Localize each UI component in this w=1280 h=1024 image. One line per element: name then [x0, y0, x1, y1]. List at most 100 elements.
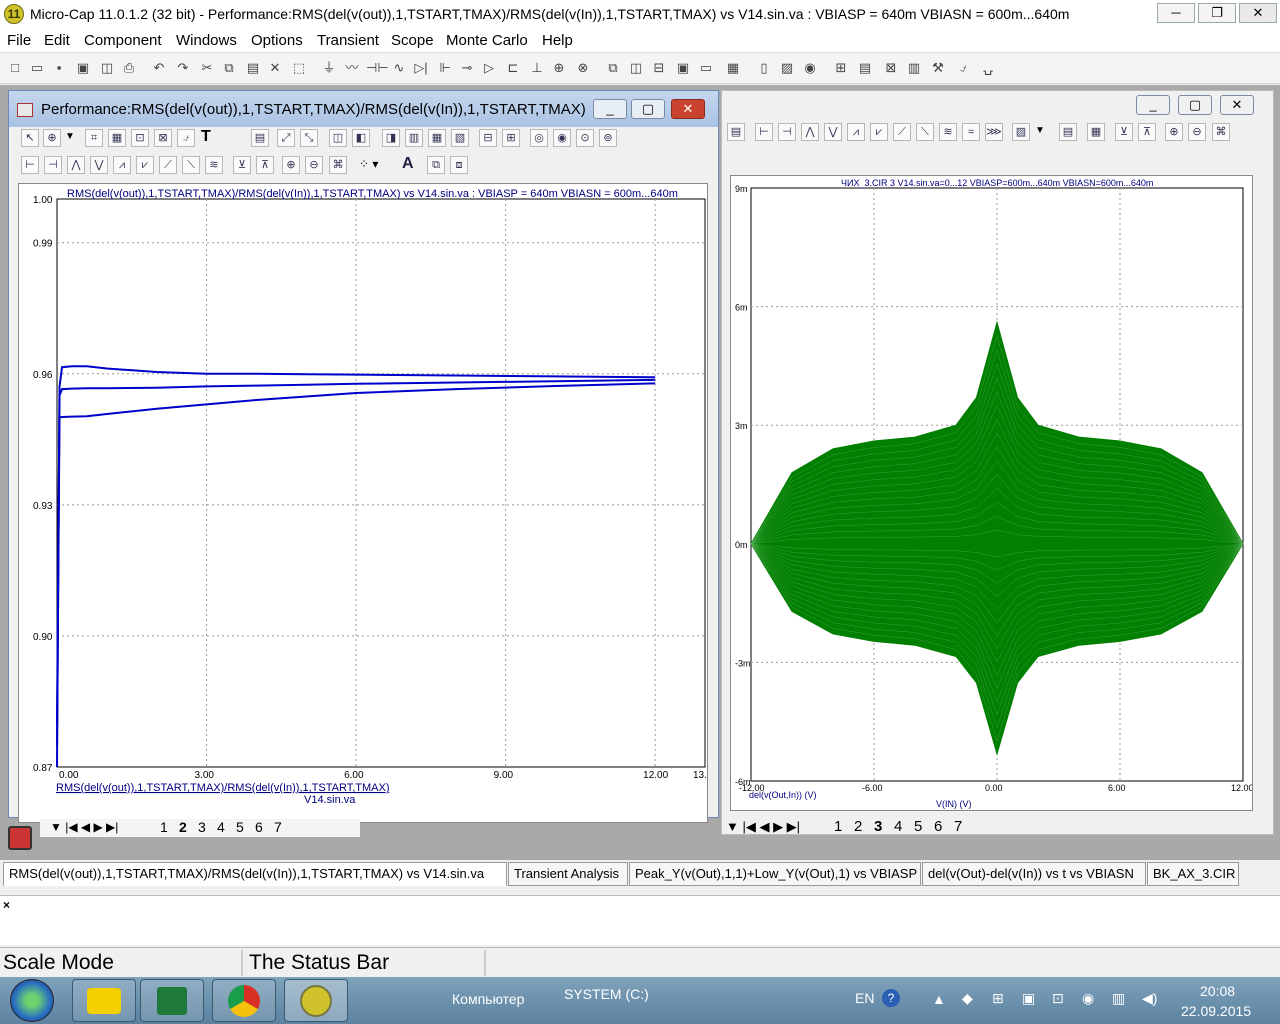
opamp-icon[interactable]: ▷	[480, 59, 498, 77]
zoom-fit-icon[interactable]: ◉	[553, 129, 571, 147]
slope-icon[interactable]: ⩘	[113, 156, 131, 174]
menu-options[interactable]: Options	[251, 32, 303, 49]
separate-plot-icon[interactable]: ⊟	[479, 129, 497, 147]
high-icon[interactable]: ◨	[382, 129, 400, 147]
clipboard-icon[interactable]: ▨	[1012, 123, 1030, 141]
inflection-find-icon[interactable]: ⟍	[182, 156, 200, 174]
tools-icon[interactable]: ⚒	[929, 59, 947, 77]
menu-help[interactable]: Help	[542, 32, 573, 49]
save-icon[interactable]: ▪	[50, 59, 68, 77]
save-all-icon[interactable]: ▣	[74, 59, 92, 77]
zoom-out-small-icon[interactable]: ⊖	[305, 156, 323, 174]
clock-date[interactable]: 22.09.2015	[1181, 1003, 1251, 1019]
language-indicator[interactable]: EN	[855, 990, 874, 1006]
left-tab-5[interactable]: 5	[236, 819, 244, 835]
data-points-icon[interactable]: ⁘ ▾	[359, 157, 378, 171]
menu-edit[interactable]: Edit	[44, 32, 70, 49]
resistor-icon[interactable]: 〰	[343, 59, 361, 77]
ground-icon[interactable]: ⏚	[320, 59, 338, 77]
delete-icon[interactable]: ✕	[266, 59, 284, 77]
graph-icon[interactable]: ⍻	[177, 129, 195, 147]
capacitor-icon[interactable]: ⊣⊢	[366, 59, 389, 77]
console-close-icon[interactable]: ×	[3, 898, 10, 912]
properties-icon[interactable]: ▤	[251, 129, 269, 147]
global-high-icon[interactable]: ▧	[451, 129, 469, 147]
menu-monte-carlo[interactable]: Monte Carlo	[446, 32, 528, 49]
stack-icon[interactable]: ⊞	[502, 129, 520, 147]
global-high-right-icon[interactable]: ≋	[939, 123, 957, 141]
send-back-icon[interactable]: ⧈	[450, 156, 468, 174]
auto-scale-icon[interactable]: ⊡	[131, 129, 149, 147]
analysis-icon[interactable]: ⊞	[832, 59, 850, 77]
component-editor-icon[interactable]: ▨	[778, 59, 796, 77]
globe-icon[interactable]: ◉	[801, 59, 819, 77]
scope-icon[interactable]: ▥	[905, 59, 923, 77]
restore-limits-icon[interactable]: ⊠	[154, 129, 172, 147]
left-close-button[interactable]: ✕	[671, 99, 705, 119]
redo-icon[interactable]: ↷	[174, 59, 192, 77]
left-minimize-button[interactable]: _	[593, 99, 627, 119]
bottom-right-icon[interactable]: ⊻	[1115, 123, 1133, 141]
close-button[interactable]: ✕	[1239, 3, 1277, 23]
numeric-icon[interactable]: ▦	[1087, 123, 1105, 141]
clock-time[interactable]: 20:08	[1200, 983, 1235, 999]
right-tab-2[interactable]: 2	[854, 818, 862, 835]
tab-transient-analysis[interactable]: Transient Analysis	[508, 862, 628, 886]
low-right-icon[interactable]: ⟋	[893, 123, 911, 141]
volume-icon[interactable]: ◀)	[1142, 990, 1157, 1007]
tab-performance[interactable]: RMS(del(v(out)),1,TSTART,TMAX)/RMS(del(v…	[3, 862, 507, 886]
tray-sync-icon[interactable]: ◉	[1082, 990, 1094, 1007]
help-icon[interactable]: ?	[882, 989, 900, 1007]
taskbar-bat-icon[interactable]	[72, 979, 136, 1022]
next-point-right-icon[interactable]: ⊢	[755, 123, 773, 141]
undo-icon[interactable]: ↶	[150, 59, 168, 77]
left-tab-6[interactable]: 6	[255, 819, 263, 835]
battery-icon[interactable]: ⊩	[436, 59, 454, 77]
taskbar-excel-icon[interactable]	[140, 979, 204, 1022]
scroll-arrows-icon[interactable]: ▼ |◀ ◀ ▶ ▶|	[50, 820, 118, 834]
left-tab-3[interactable]: 3	[198, 819, 206, 835]
probe-icon[interactable]: ⊗	[574, 59, 592, 77]
low-icon[interactable]: ▥	[405, 129, 423, 147]
global-low-icon[interactable]: ≋	[205, 156, 223, 174]
network-icon[interactable]: ▥	[1112, 990, 1125, 1007]
record-icon[interactable]	[8, 826, 32, 850]
tab-del[interactable]: del(v(Out)-del(v(In)) vs t vs VBIASN	[922, 862, 1146, 886]
bring-front-icon[interactable]: ⧉	[427, 156, 445, 174]
inflection-right-icon[interactable]: ⟍	[916, 123, 934, 141]
paste-icon[interactable]: ▤	[244, 59, 262, 77]
valley-find-icon[interactable]: ⋁	[90, 156, 108, 174]
zoom-in-icon[interactable]: ⊕	[282, 156, 300, 174]
tag-icon[interactable]: ⤢	[277, 129, 295, 147]
windows-icon[interactable]: ▣	[674, 59, 692, 77]
restore-button[interactable]: ❐	[1198, 3, 1236, 23]
next-data-point-icon[interactable]: ⊢	[21, 156, 39, 174]
stepping-icon[interactable]: ⊠	[882, 59, 900, 77]
menu-component[interactable]: Component	[84, 32, 162, 49]
peak-icon[interactable]: ◫	[329, 129, 347, 147]
switch-icon[interactable]: ⊏	[504, 59, 522, 77]
taskbar-chrome-icon[interactable]	[212, 979, 276, 1022]
performance-icon[interactable]: ⍽	[979, 59, 997, 77]
tab-peak[interactable]: Peak_Y(v(Out),1,1)+Low_Y(v(Out),1) vs VB…	[629, 862, 921, 886]
valley-right-icon[interactable]: ⋁	[824, 123, 842, 141]
right-tab-7[interactable]: 7	[954, 818, 962, 835]
high-right-icon[interactable]: ⩗	[870, 123, 888, 141]
zoom-icon[interactable]: ◎	[530, 129, 548, 147]
taskbar-computer[interactable]: Компьютер	[452, 991, 524, 1007]
performance-plot[interactable]: 0.00 3.00 6.00 9.00 12.00 13.00 1.00 0.99 0.96 0.…	[18, 183, 718, 823]
left-tab-4[interactable]: 4	[217, 819, 225, 835]
zoom-in-right-icon[interactable]: ⊕	[1165, 123, 1183, 141]
right-maximize-button[interactable]: ▢	[1178, 95, 1212, 115]
pan-icon[interactable]: ⊕	[43, 129, 61, 147]
left-tab-1[interactable]: 1	[160, 819, 168, 835]
menu-file[interactable]: File	[7, 32, 31, 49]
maximize-window-icon[interactable]: ▭	[697, 59, 715, 77]
left-tab-7[interactable]: 7	[274, 819, 282, 835]
inductor-icon[interactable]: ∿	[390, 59, 408, 77]
menu-windows[interactable]: Windows	[176, 32, 237, 49]
right-close-button[interactable]: ✕	[1220, 95, 1254, 115]
top-right-icon[interactable]: ⋙	[985, 123, 1003, 141]
tray-arrow-icon[interactable]: ▲	[932, 991, 946, 1007]
start-icon[interactable]	[10, 979, 54, 1022]
